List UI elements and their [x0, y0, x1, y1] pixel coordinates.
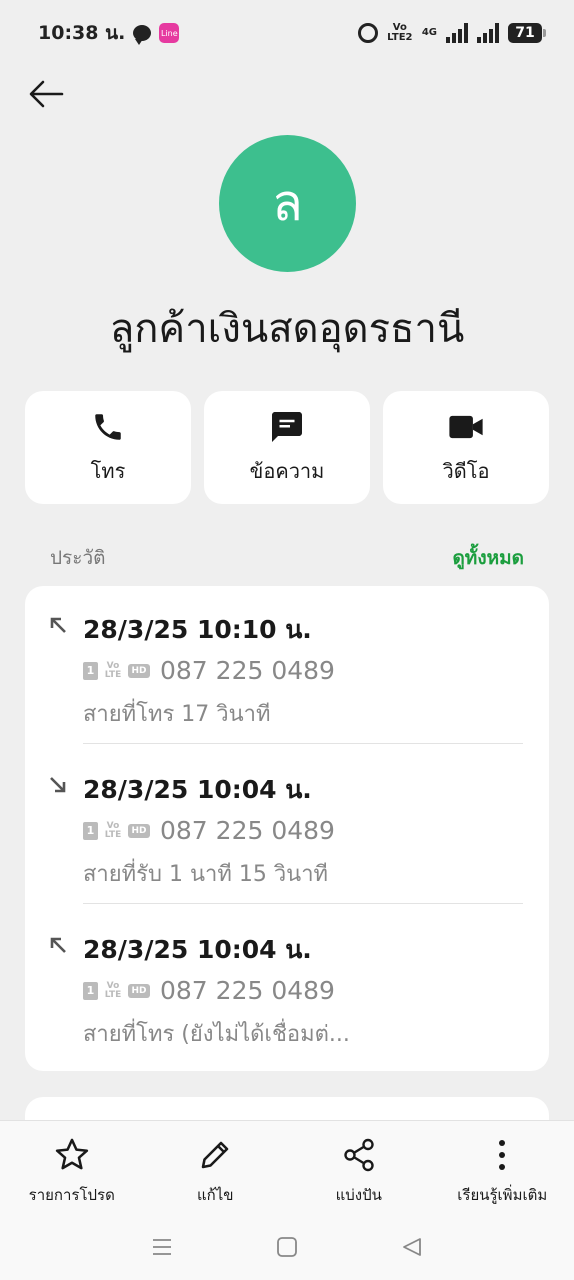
sim-icon: 1 [83, 821, 98, 840]
pencil-icon [195, 1135, 235, 1175]
contact-name: ลูกค้าเงินสดอุดรธานี [109, 306, 465, 352]
call-status: สายที่โทร 17 วินาที [83, 702, 271, 727]
back-nav-button[interactable] [392, 1227, 432, 1267]
hd-icon: HD [128, 663, 150, 678]
divider [83, 743, 523, 744]
video-icon [448, 409, 484, 445]
bottom-toolbar: รายการโปรด แก้ไข แบ่งปัน เรียนรู้เพิ่มเต… [0, 1120, 574, 1214]
back-button[interactable] [24, 72, 68, 116]
alarm-icon [357, 23, 378, 43]
outgoing-call-icon [50, 617, 66, 633]
call-history-item[interactable]: 28/3/25 10:10 น. 1 Vo LTE HD 087 225 048… [25, 586, 549, 744]
call-number: 087 225 0489 [160, 656, 335, 685]
sim-icon: 1 [83, 661, 98, 680]
call-status: สายที่โทร (ยังไม่ได้เชื่อมต่... [83, 1022, 350, 1047]
recents-button[interactable] [142, 1227, 182, 1267]
favorite-label: รายการโปรด [28, 1186, 115, 1204]
hd-icon: HD [128, 983, 150, 998]
volte-icon: Vo LTE [104, 980, 122, 1000]
call-history-item[interactable]: 28/3/25 10:04 น. 1 Vo LTE HD 087 225 048… [25, 906, 549, 1064]
divider [83, 903, 523, 904]
signal-icon-1 [446, 23, 468, 43]
call-number: 087 225 0489 [160, 816, 335, 845]
status-time: 10:38 น. [38, 22, 126, 44]
battery-icon: 71 [508, 23, 546, 43]
message-button[interactable]: ข้อความ [204, 391, 370, 504]
call-time: 28/3/25 10:10 น. [83, 615, 312, 644]
volte-icon: Vo LTE [104, 660, 122, 680]
call-status: สายที่รับ 1 นาที 15 วินาที [83, 862, 329, 887]
contact-avatar: ล [219, 135, 356, 272]
signal-icon-2 [477, 23, 499, 43]
chat-notification-icon [133, 25, 152, 45]
volte-icon: Vo LTE [104, 820, 122, 840]
video-button[interactable]: วิดีโอ [383, 391, 549, 504]
view-all-link[interactable]: ดูทั้งหมด [452, 543, 524, 573]
call-meta: 1 Vo LTE HD 087 225 0489 [83, 976, 335, 1005]
call-time: 28/3/25 10:04 น. [83, 775, 312, 804]
history-header: ประวัติ ดูทั้งหมด [50, 543, 524, 573]
call-label: โทร [90, 458, 126, 483]
back-triangle-icon [402, 1238, 421, 1256]
share-label: แบ่งปัน [335, 1186, 382, 1204]
status-right: Vo LTE2 4G 71 [357, 22, 546, 43]
hd-icon: HD [128, 823, 150, 838]
call-number: 087 225 0489 [160, 976, 335, 1005]
edit-label: แก้ไข [196, 1186, 234, 1204]
message-icon [269, 409, 305, 445]
sim-icon: 1 [83, 981, 98, 1000]
message-label: ข้อความ [249, 458, 325, 483]
call-history-card: 28/3/25 10:10 น. 1 Vo LTE HD 087 225 048… [25, 586, 549, 1071]
home-button[interactable] [267, 1227, 307, 1267]
more-button[interactable]: เรียนรู้เพิ่มเติม [431, 1121, 574, 1214]
status-bar: 10:38 น. Line Vo LTE2 4G 71 [0, 0, 574, 66]
status-left: 10:38 น. Line [38, 18, 180, 48]
call-button[interactable]: โทร [25, 391, 191, 504]
home-square-icon [277, 1237, 297, 1257]
star-icon [52, 1135, 92, 1175]
call-meta: 1 Vo LTE HD 087 225 0489 [83, 656, 335, 685]
more-icon [482, 1135, 522, 1175]
call-meta: 1 Vo LTE HD 087 225 0489 [83, 816, 335, 845]
call-history-item[interactable]: 28/3/25 10:04 น. 1 Vo LTE HD 087 225 048… [25, 746, 549, 904]
edit-button[interactable]: แก้ไข [144, 1121, 288, 1214]
action-buttons: โทร ข้อความ วิดีโอ [25, 391, 549, 504]
incoming-call-icon [50, 777, 66, 793]
call-time: 28/3/25 10:04 น. [83, 935, 312, 964]
video-label: วิดีโอ [442, 458, 490, 483]
network-type-icon: 4G [421, 27, 437, 38]
app-notification-icon: Line [159, 23, 180, 43]
system-nav-bar [0, 1214, 574, 1280]
more-label: เรียนรู้เพิ่มเติม [457, 1186, 548, 1204]
back-arrow-icon [29, 80, 64, 108]
share-button[interactable]: แบ่งปัน [287, 1121, 431, 1214]
phone-icon [90, 409, 126, 445]
share-icon [339, 1135, 379, 1175]
favorite-button[interactable]: รายการโปรด [0, 1121, 144, 1214]
menu-icon [153, 1239, 172, 1255]
history-title: ประวัติ [50, 547, 106, 569]
volte-icon: Vo LTE2 [387, 22, 413, 43]
outgoing-call-icon [50, 937, 66, 953]
